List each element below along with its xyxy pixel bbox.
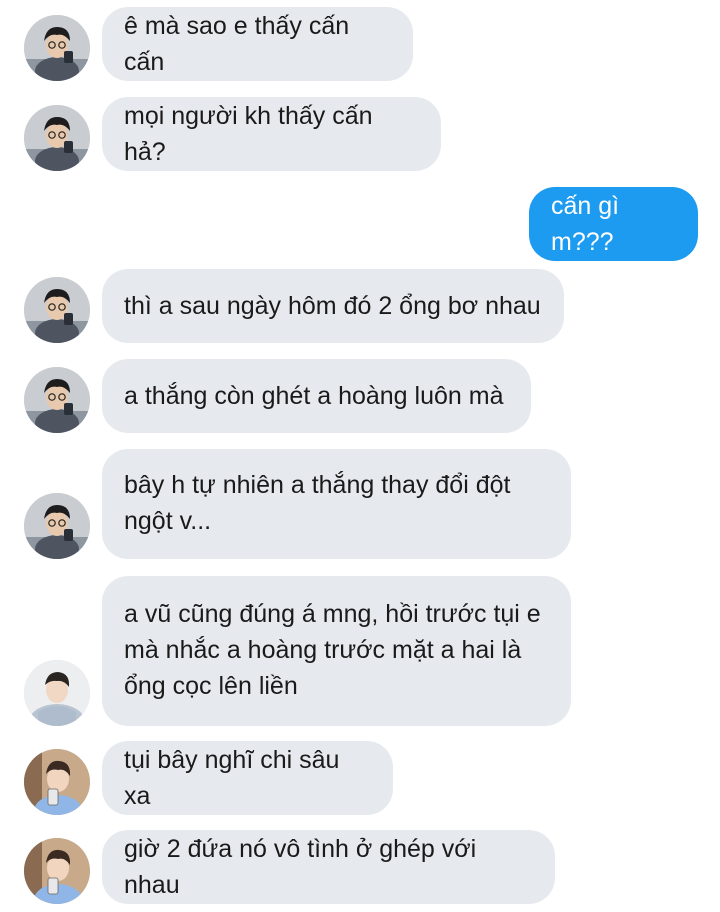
message-bubble-incoming[interactable]: giờ 2 đứa nó vô tình ở ghép với nhau	[102, 830, 555, 904]
avatar-mirror-selfie-icon	[24, 749, 90, 815]
message-bubble-incoming[interactable]: a vũ cũng đúng á mng, hồi trước tụi e mà…	[102, 576, 571, 726]
message-text: thì a sau ngày hôm đó 2 ổng bơ nhau	[124, 292, 541, 320]
avatar-hoodie-man-icon	[24, 660, 90, 726]
avatar-user-a[interactable]	[24, 493, 90, 559]
message-bubble-incoming[interactable]: a thắng còn ghét a hoàng luôn mà	[102, 359, 531, 433]
message-text: cấn gì m???	[551, 192, 620, 256]
avatar-user-a[interactable]	[24, 105, 90, 171]
message-bubble-incoming[interactable]: mọi người kh thấy cấn hả?	[102, 97, 441, 171]
chat-thread: ê mà sao e thấy cấn cấn mọi người kh thấ…	[0, 0, 720, 912]
message-text: bây h tự nhiên a thắng thay đổi đột ngột…	[124, 471, 511, 535]
message-text: mọi người kh thấy cấn hả?	[124, 102, 373, 166]
avatar-user-c[interactable]	[24, 838, 90, 904]
message-bubble-outgoing[interactable]: cấn gì m???	[529, 187, 698, 261]
avatar-mirror-selfie-icon	[24, 838, 90, 904]
message-bubble-incoming[interactable]: thì a sau ngày hôm đó 2 ổng bơ nhau	[102, 269, 564, 343]
avatar-glasses-man-icon	[24, 105, 90, 171]
avatar-glasses-man-icon	[24, 15, 90, 81]
avatar-glasses-man-icon	[24, 493, 90, 559]
message-text: giờ 2 đứa nó vô tình ở ghép với nhau	[124, 835, 477, 899]
avatar-user-a[interactable]	[24, 15, 90, 81]
message-bubble-incoming[interactable]: ê mà sao e thấy cấn cấn	[102, 7, 413, 81]
avatar-user-c[interactable]	[24, 749, 90, 815]
message-text: a vũ cũng đúng á mng, hồi trước tụi e mà…	[124, 600, 541, 700]
avatar-glasses-man-icon	[24, 277, 90, 343]
message-text: ê mà sao e thấy cấn cấn	[124, 12, 350, 76]
message-text: a thắng còn ghét a hoàng luôn mà	[124, 382, 504, 410]
avatar-user-a[interactable]	[24, 367, 90, 433]
message-text: tụi bây nghĩ chi sâu xa	[124, 746, 340, 810]
avatar-user-a[interactable]	[24, 277, 90, 343]
message-bubble-incoming[interactable]: tụi bây nghĩ chi sâu xa	[102, 741, 393, 815]
avatar-glasses-man-icon	[24, 367, 90, 433]
avatar-user-b[interactable]	[24, 660, 90, 726]
message-bubble-incoming[interactable]: bây h tự nhiên a thắng thay đổi đột ngột…	[102, 449, 571, 559]
